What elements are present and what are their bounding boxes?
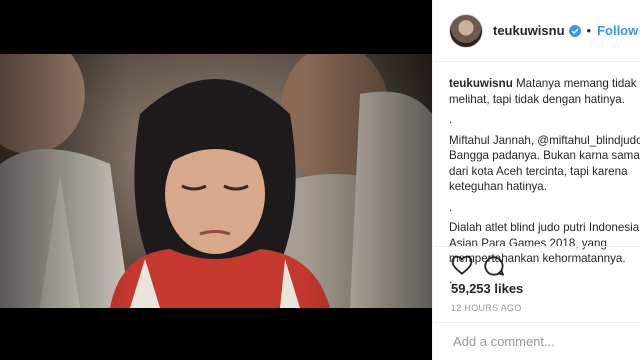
caption-line: dari kota Aceh tercinta, tapi karena: [449, 164, 628, 178]
heart-icon[interactable]: [451, 255, 473, 275]
avatar[interactable]: [449, 13, 483, 48]
caption-line: Matanya memang tidak: [516, 77, 637, 90]
caption-line: Asian Para Games 2018, yang: [449, 236, 607, 250]
caption-line: Bangga padanya. Bukan karna sama-s: [449, 149, 640, 162]
caption-line: melihat, tapi tidak dengan hatinya.: [449, 92, 625, 106]
verified-badge-icon: [568, 24, 581, 37]
separator-dot: •: [586, 23, 592, 38]
caption-username[interactable]: teukuwisnu: [449, 77, 513, 90]
like-count[interactable]: 59,253 likes: [451, 281, 523, 296]
photo-illustration: [0, 54, 432, 308]
post-header: teukuwisnu • Follow: [433, 0, 640, 62]
caption-line: keteguhan hatinya.: [449, 180, 547, 193]
caption-first-line: teukuwisnu Matanya memang tidak: [449, 76, 640, 92]
post-media-pane: [0, 0, 432, 360]
post-actions: [451, 255, 505, 277]
post-sidebar: teukuwisnu • Follow teukuwisnu Matanya m…: [432, 0, 640, 360]
caption-mention-line: Miftahul Jannah, @miftahul_blindjudo: [449, 133, 640, 149]
caption-line: Miftahul Jannah, @miftahul_blindjudo: [449, 133, 640, 147]
comment-input[interactable]: [451, 333, 635, 350]
caption-line: .: [449, 200, 453, 214]
comment-section: [433, 322, 640, 360]
caption-line: Dialah atlet blind judo putri Indonesia: [449, 221, 640, 234]
comment-bubble-icon[interactable]: [483, 255, 505, 277]
post-timestamp[interactable]: 12 HOURS AGO: [451, 303, 522, 313]
header-username[interactable]: teukuwisnu: [493, 23, 565, 38]
post-photo[interactable]: [0, 54, 432, 308]
actions-divider: [433, 246, 640, 247]
follow-button[interactable]: Follow: [597, 23, 638, 38]
caption-line: .: [449, 113, 453, 126]
